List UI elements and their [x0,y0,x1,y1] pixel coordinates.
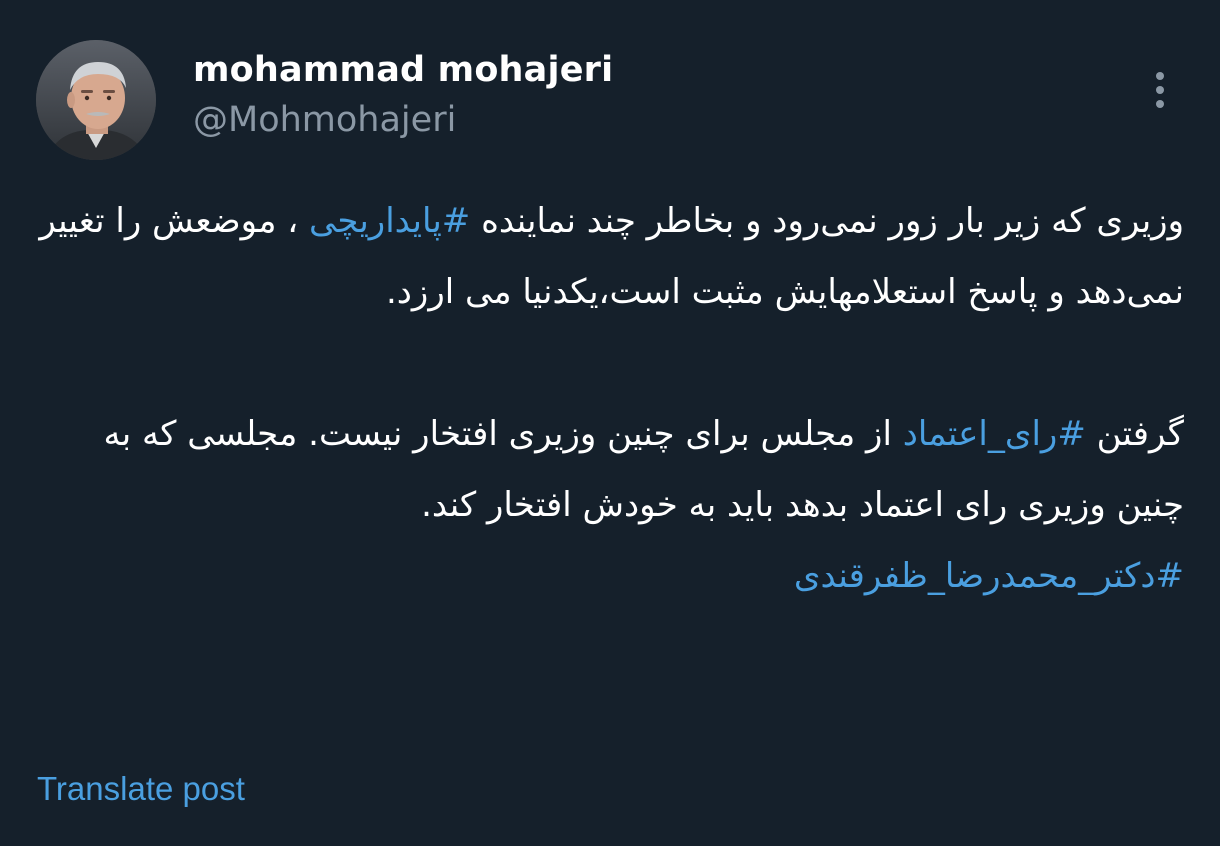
tweet-text: وزیری که زیر بار زور نمی‌رود و بخاطر چند… [34,186,1184,612]
more-vertical-icon [1156,72,1164,108]
tweet-paragraph: گرفتن #رای_اعتماد از مجلس برای چنین وزیر… [34,399,1184,541]
avatar[interactable] [36,40,156,160]
tweet-paragraph: #دکتر_محمدرضا_ظفرقندی [34,541,1184,612]
author-handle[interactable]: @Mohmohajeri [193,100,456,140]
tweet-text-segment: گرفتن [1085,414,1184,454]
hashtag-link[interactable]: #رای_اعتماد [903,414,1086,454]
tweet-paragraph: وزیری که زیر بار زور نمی‌رود و بخاطر چند… [34,186,1184,328]
more-options-button[interactable] [1140,66,1180,114]
hashtag-link[interactable]: #دکتر_محمدرضا_ظفرقندی [794,556,1184,596]
author-display-name[interactable]: mohammad mohajeri [193,50,613,90]
tweet-card: mohammad mohajeri @Mohmohajeri وزیری که … [0,0,1220,846]
translate-post-link[interactable]: Translate post [37,770,245,808]
profile-photo-icon [36,40,156,160]
tweet-text-segment: وزیری که زیر بار زور نمی‌رود و بخاطر چند… [470,201,1184,241]
hashtag-link[interactable]: #پایداریچی [309,201,470,241]
